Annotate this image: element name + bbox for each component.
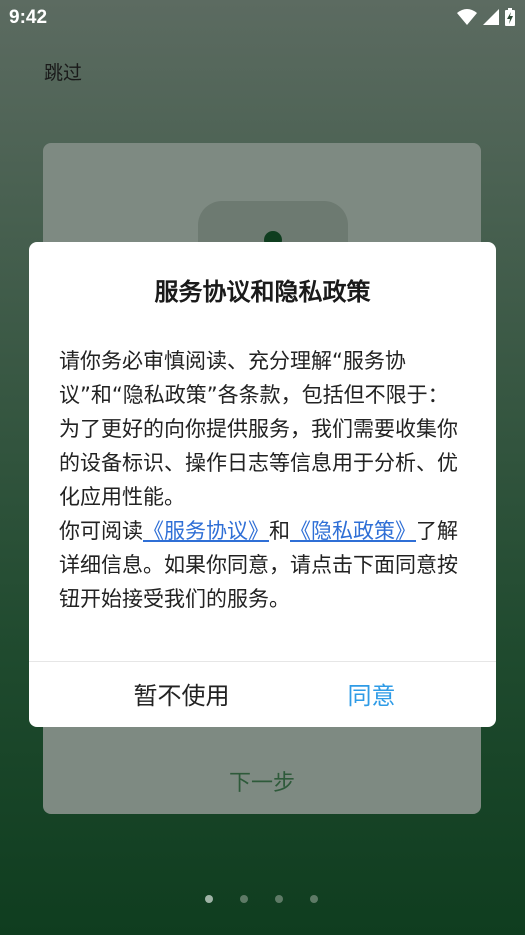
privacy-dialog: 服务协议和隐私政策 请你务必审慎阅读、充分理解“服务协议”和“隐私政策”各条款，… <box>29 242 496 727</box>
status-time: 9:42 <box>9 7 48 28</box>
pager-dot[interactable] <box>275 895 283 903</box>
dialog-body-and: 和 <box>269 519 290 543</box>
service-agreement-link[interactable]: 《服务协议》 <box>143 519 269 543</box>
agree-button[interactable]: 同意 <box>319 676 424 716</box>
signal-icon <box>483 9 499 25</box>
dialog-body: 请你务必审慎阅读、充分理解“服务协议”和“隐私政策”各条款，包括但不限于：为了更… <box>59 344 469 616</box>
battery-icon <box>505 8 515 26</box>
pager-indicator <box>205 895 318 903</box>
pager-dot[interactable] <box>205 895 213 903</box>
dialog-divider <box>29 661 496 662</box>
status-bar: 9:42 <box>0 0 525 36</box>
app-screen: 9:42 跳过 下一步 服务协议和隐私政策 请你务必审慎阅读、充分理解“服务协议… <box>0 0 525 935</box>
status-icons <box>457 8 515 26</box>
pager-dot[interactable] <box>310 895 318 903</box>
skip-button[interactable]: 跳过 <box>44 58 82 85</box>
next-step-button[interactable]: 下一步 <box>43 765 481 797</box>
dialog-title: 服务协议和隐私政策 <box>154 278 371 306</box>
dialog-body-intro: 请你务必审慎阅读、充分理解“服务协议”和“隐私政策”各条款，包括但不限于：为了更… <box>59 349 458 509</box>
privacy-policy-link[interactable]: 《隐私政策》 <box>290 519 416 543</box>
decline-button[interactable]: 暂不使用 <box>109 676 254 716</box>
wifi-icon <box>457 9 477 25</box>
dialog-body-prefix: 你可阅读 <box>59 519 143 543</box>
pager-dot[interactable] <box>240 895 248 903</box>
